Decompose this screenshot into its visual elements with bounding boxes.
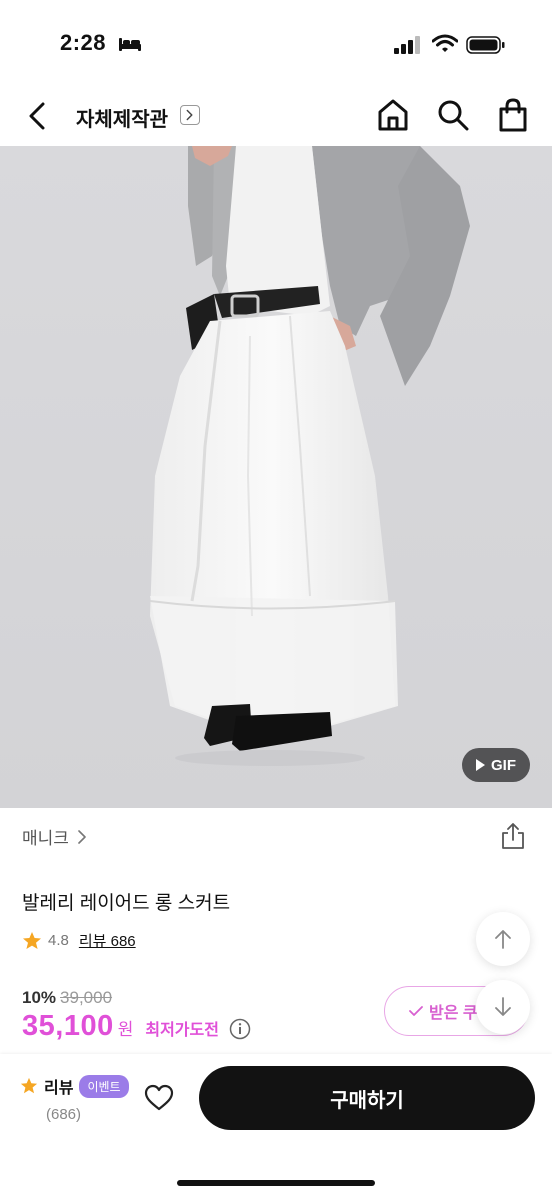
share-icon[interactable]	[500, 822, 526, 850]
check-icon	[409, 1006, 423, 1016]
battery-icon	[466, 36, 505, 54]
top-navigation-bar: 자체제작관	[0, 82, 552, 148]
sale-price: 35,100	[22, 1010, 114, 1042]
review-link[interactable]: 리뷰 686	[79, 930, 136, 951]
home-indicator	[177, 1180, 375, 1186]
bed-icon	[119, 38, 141, 51]
review-count: (686)	[46, 1106, 82, 1123]
info-icon[interactable]	[229, 1018, 251, 1040]
discount-row: 10% 39,000	[22, 988, 112, 1008]
discount-rate: 10%	[22, 988, 57, 1007]
chevron-right-icon[interactable]	[180, 105, 200, 125]
wifi-icon	[432, 34, 458, 52]
shopping-bag-icon[interactable]	[494, 96, 532, 134]
coupon-label: 받은 쿠	[429, 1005, 478, 1022]
heart-icon[interactable]	[144, 1084, 174, 1112]
back-icon[interactable]	[20, 98, 56, 134]
store-title[interactable]: 자체제작관	[76, 103, 168, 132]
signal-icon	[394, 36, 420, 54]
brand-link[interactable]: 매니크	[22, 824, 87, 849]
event-badge: 이벤트	[79, 1074, 129, 1098]
product-photo-illustration	[0, 146, 552, 808]
home-icon[interactable]	[374, 96, 412, 134]
price-unit: 원	[117, 1020, 134, 1039]
price-row: 35,100 원 최저가도전	[22, 1010, 251, 1043]
brand-name: 매니크	[22, 829, 69, 848]
rating-value: 4.8	[48, 932, 69, 949]
search-icon[interactable]	[434, 96, 472, 134]
original-price: 39,000	[60, 988, 113, 1007]
bottom-action-bar: 리뷰 이벤트 (686) 구매하기	[0, 1054, 552, 1200]
status-bar: 2:28	[0, 0, 552, 80]
scroll-down-button[interactable]	[476, 980, 530, 1034]
scroll-to-top-button[interactable]	[476, 912, 530, 966]
lowest-price-label: 최저가도전	[145, 1022, 219, 1039]
arrow-down-icon	[495, 997, 511, 1016]
review-summary-button[interactable]: 리뷰 이벤트 (686)	[20, 1074, 129, 1123]
buy-button[interactable]: 구매하기	[199, 1066, 535, 1130]
status-time: 2:28	[60, 30, 107, 55]
star-icon	[23, 931, 41, 949]
play-icon	[476, 759, 485, 771]
gif-badge[interactable]: GIF	[462, 748, 530, 782]
product-name: 발레리 레이어드 롱 스커트	[22, 893, 231, 914]
review-label: 리뷰	[44, 1080, 74, 1097]
arrow-up-icon	[495, 930, 511, 949]
star-icon	[20, 1077, 38, 1094]
product-image[interactable]	[0, 146, 552, 808]
gif-label: GIF	[491, 756, 516, 774]
rating-row: 4.8 리뷰 686	[22, 930, 136, 951]
chevron-right-icon	[78, 829, 86, 844]
